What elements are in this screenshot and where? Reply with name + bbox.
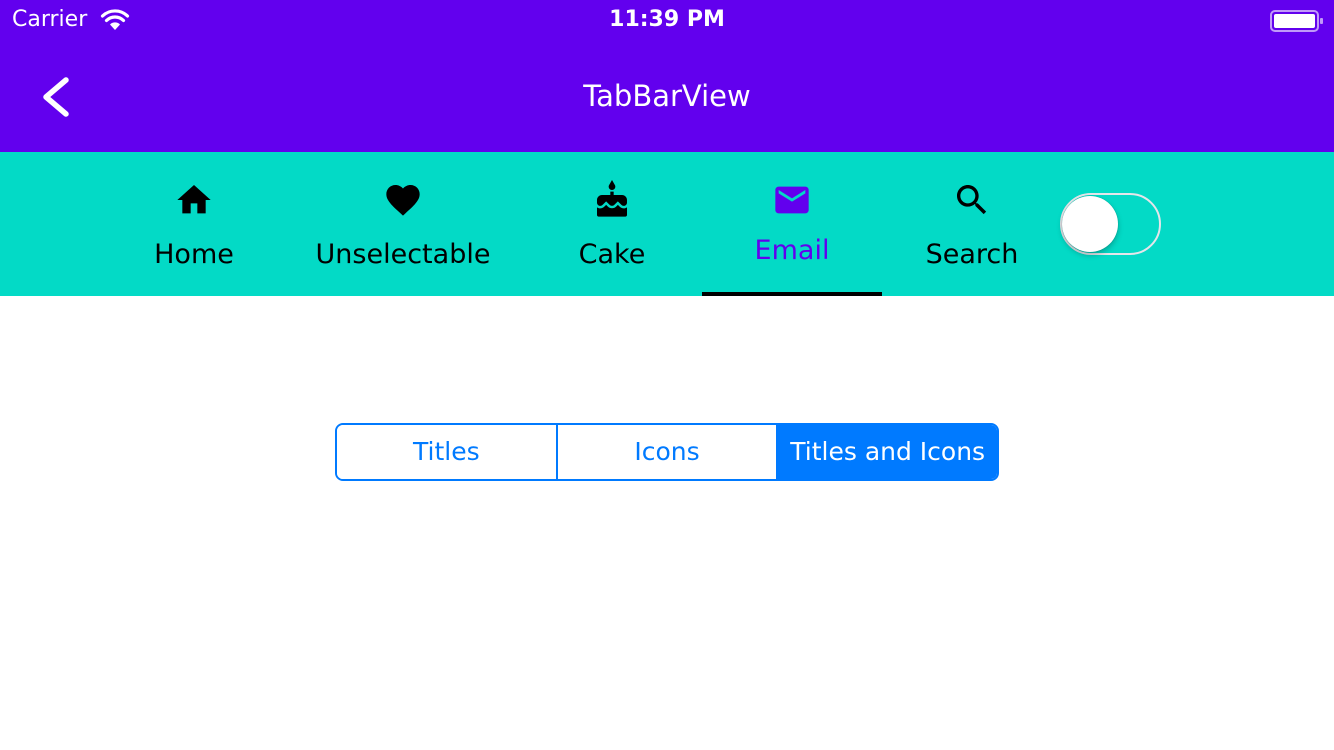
email-icon <box>775 186 809 214</box>
tab-unselectable[interactable]: Unselectable <box>304 152 502 296</box>
segment-titles[interactable]: Titles <box>337 425 556 479</box>
tab-label: Cake <box>578 239 646 270</box>
segmented-control: Titles Icons Titles and Icons <box>335 423 999 481</box>
status-bar: Carrier 11:39 PM <box>0 0 1334 42</box>
cake-icon <box>597 180 627 217</box>
tab-label: Search <box>925 239 1019 270</box>
tab-home[interactable]: Home <box>114 152 274 296</box>
home-icon <box>177 185 211 214</box>
selected-tab-indicator <box>702 292 882 296</box>
toggle-switch[interactable] <box>1060 193 1161 255</box>
segment-titles-and-icons[interactable]: Titles and Icons <box>776 425 997 479</box>
tab-search[interactable]: Search <box>902 152 1042 296</box>
app-bar: Carrier 11:39 PM TabBarView <box>0 0 1334 152</box>
heart-icon <box>386 185 420 216</box>
toggle-knob <box>1062 196 1118 252</box>
tab-cake[interactable]: Cake <box>542 152 682 296</box>
segment-icons[interactable]: Icons <box>555 425 777 479</box>
tab-label: Unselectable <box>315 239 491 270</box>
search-icon <box>957 185 987 215</box>
tab-label: Home <box>154 239 234 270</box>
tab-email[interactable]: Email <box>702 152 882 296</box>
battery-icon <box>1270 10 1324 32</box>
page-title: TabBarView <box>583 79 751 113</box>
status-time: 11:39 PM <box>609 7 725 32</box>
tab-label: Email <box>754 235 830 266</box>
